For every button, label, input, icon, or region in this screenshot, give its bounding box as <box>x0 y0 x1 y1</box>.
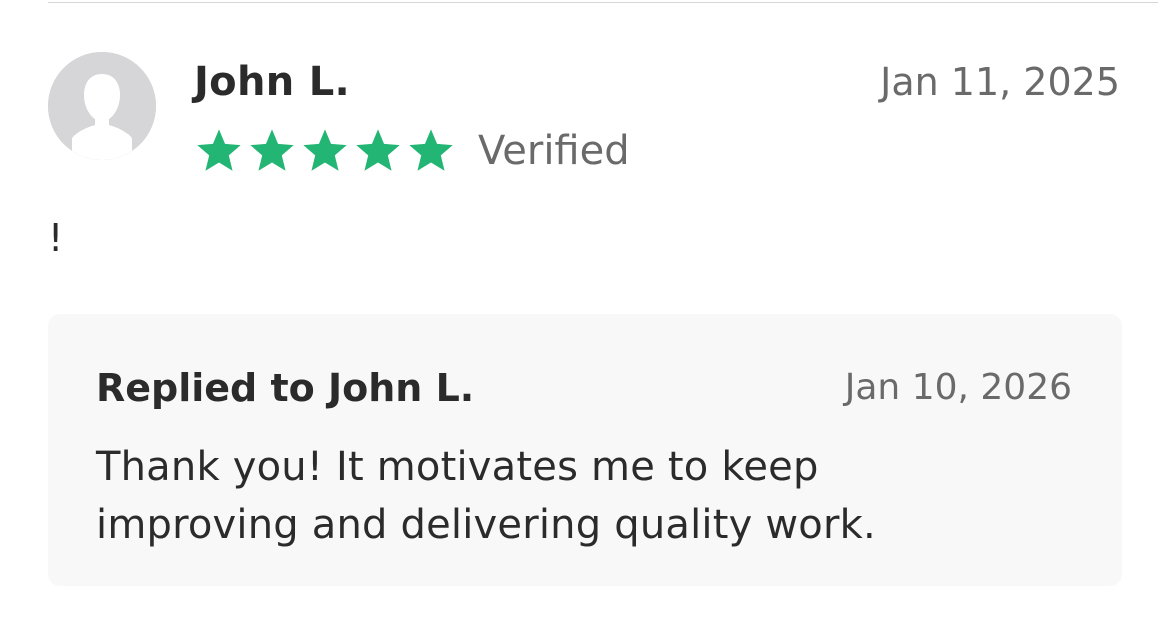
reply-text: Thank you! It motivates me to keep impro… <box>96 444 876 548</box>
star-icon <box>197 129 241 171</box>
seller-reply: Replied to John L. Jan 10, 2026 Thank yo… <box>48 314 1122 586</box>
star-icon <box>356 129 400 171</box>
review-body: ! <box>48 216 64 260</box>
reply-title: Replied to John L. <box>96 366 475 410</box>
star-icon <box>409 129 453 171</box>
star-rating <box>194 126 456 176</box>
star-icon <box>250 129 294 171</box>
verified-label: Verified <box>478 128 630 174</box>
user-silhouette-icon <box>48 52 156 160</box>
reviewer-name: John L. <box>194 59 351 105</box>
reviewer-avatar <box>48 52 156 160</box>
rating-row: Verified <box>194 124 630 178</box>
star-icon <box>303 129 347 171</box>
review-card: John L. Jan 11, 2025 Verified ! Replied … <box>0 0 1170 633</box>
review-date: Jan 11, 2025 <box>880 60 1120 104</box>
reply-date: Jan 10, 2026 <box>844 367 1072 408</box>
